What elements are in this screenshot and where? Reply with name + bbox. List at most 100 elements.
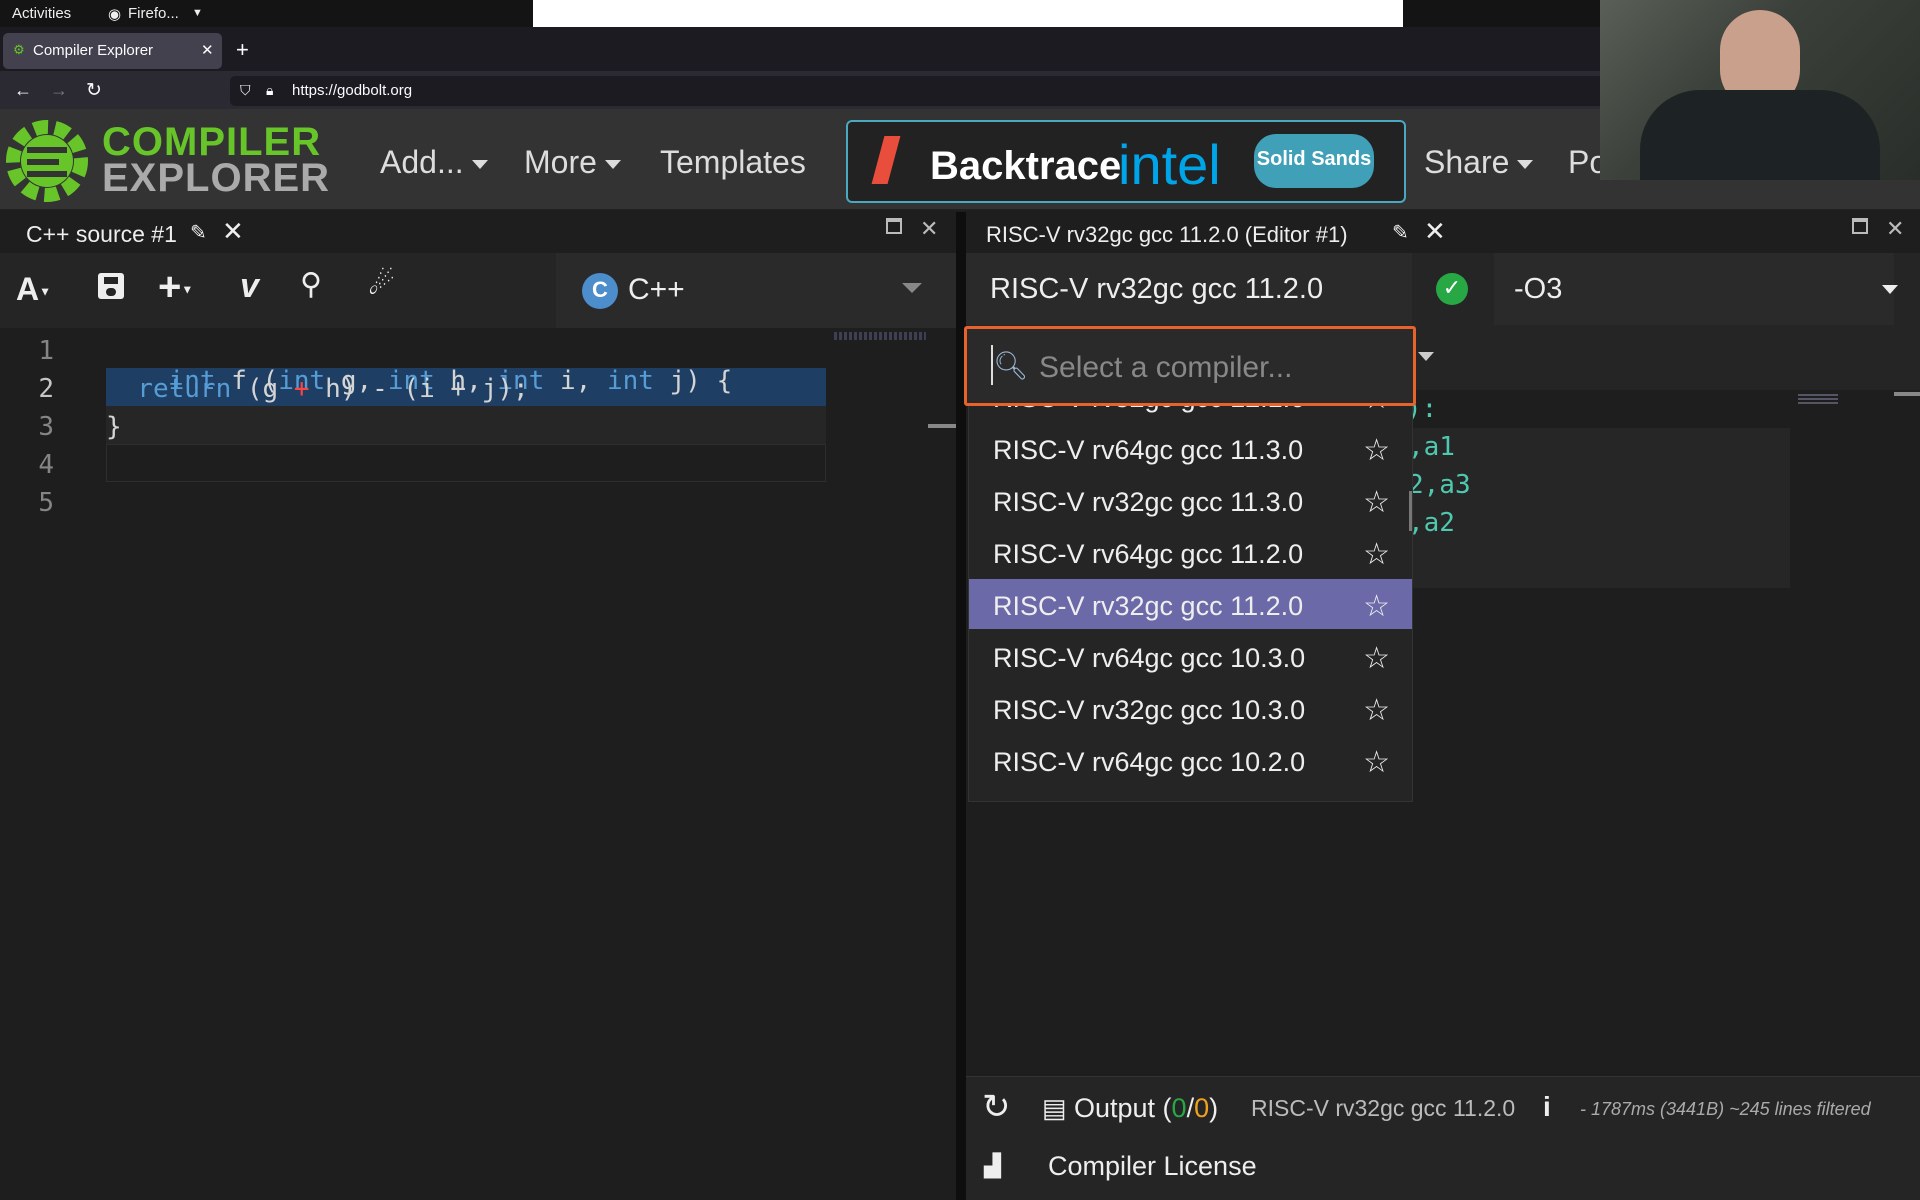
sponsor-banner[interactable]: Backtrace intel Solid Sands — [846, 120, 1406, 203]
compiler-option-label: RISC-V rv64gc gcc 10.3.0 — [993, 643, 1306, 673]
compiler-license-link[interactable]: Compiler License — [1048, 1151, 1257, 1182]
close-icon[interactable]: ✕ — [1424, 216, 1446, 247]
selected-compiler: RISC-V rv32gc gcc 11.2.0 — [990, 273, 1324, 305]
recompile-icon[interactable]: ↻ — [982, 1087, 1011, 1127]
code-token: j) { — [653, 366, 733, 396]
font-size-icon[interactable]: A▼ — [16, 271, 51, 308]
compiler-option[interactable]: RISC-V rv64gc gcc 11.2.0 ☆ — [969, 527, 1412, 577]
compiler-option[interactable]: RISC-V rv32gc gcc 11.3.0 ☆ — [969, 475, 1412, 525]
shield-icon: ⛉ — [240, 82, 251, 98]
tab-title: Compiler Explorer — [33, 42, 154, 59]
maximize-icon[interactable] — [1852, 218, 1868, 234]
star-icon[interactable]: ☆ — [1363, 537, 1390, 572]
scrollbar[interactable] — [928, 424, 956, 428]
code-line-2: return (g + h) - (i + j); — [106, 374, 529, 404]
activities-button[interactable]: Activities — [12, 5, 71, 22]
compiler-search-box[interactable]: 🔍︎ Select a compiler... — [964, 326, 1416, 406]
output-separator: / — [1186, 1093, 1195, 1123]
line-number: 2 — [38, 374, 54, 404]
new-tab-icon[interactable]: + — [236, 37, 249, 63]
more-menu[interactable]: More — [524, 144, 621, 181]
back-icon[interactable]: ← — [14, 80, 32, 101]
vim-icon[interactable]: v — [240, 267, 259, 306]
chevron-down-icon — [902, 283, 922, 293]
line-highlight — [106, 444, 826, 482]
compiler-option-selected[interactable]: RISC-V rv32gc gcc 11.2.0 ☆ — [969, 579, 1412, 629]
output-ok-count: 0 — [1171, 1093, 1187, 1123]
search-icon: 🔍︎ — [993, 350, 1029, 381]
star-icon[interactable]: ☆ — [1363, 641, 1390, 676]
share-menu[interactable]: Share — [1424, 144, 1534, 181]
compiler-option-label: RISC-V rv32gc gcc 11.2.0 — [993, 591, 1304, 621]
reload-icon[interactable]: ↻ — [86, 79, 102, 102]
language-label: C++ — [628, 273, 685, 306]
maximize-icon[interactable] — [886, 218, 902, 234]
search-icon[interactable]: ⚲ — [300, 267, 322, 302]
editor-title[interactable]: C++ source #1 — [20, 221, 183, 248]
compiler-select[interactable]: RISC-V rv32gc gcc 11.2.0 — [966, 253, 1412, 325]
compiler-option[interactable]: RISC-V rv64gc gcc 10.2.0 ☆ — [969, 735, 1412, 785]
logo-title-top: COMPILER — [102, 120, 322, 164]
language-select[interactable]: C C++ — [556, 253, 956, 328]
forward-icon[interactable]: → — [50, 80, 68, 101]
close-icon[interactable]: ✕ — [222, 216, 244, 247]
close-tab-icon[interactable]: ✕ — [201, 41, 214, 59]
close-pane-icon[interactable]: ✕ — [1886, 216, 1904, 242]
status-compiler-name: RISC-V rv32gc gcc 11.2.0 — [1251, 1095, 1516, 1121]
code-line-3: } — [106, 412, 122, 442]
compiler-option[interactable]: RISC-V rv64gc gcc 10.3.0 ☆ — [969, 631, 1412, 681]
chevron-down-icon[interactable] — [1418, 352, 1434, 361]
quick-bench-icon[interactable]: ☄ — [368, 267, 395, 302]
compiler-search-placeholder: Select a compiler... — [1039, 351, 1293, 384]
add-menu[interactable]: Add... — [380, 144, 488, 181]
output-button[interactable]: Output (0/0) — [1074, 1093, 1218, 1124]
backtrace-logo-icon — [871, 136, 901, 184]
scrollbar[interactable] — [1894, 392, 1920, 396]
more-label: More — [524, 144, 597, 180]
add-new-icon[interactable]: +▼ — [158, 265, 193, 310]
minimap[interactable] — [1798, 392, 1838, 404]
templates-button[interactable]: Templates — [660, 144, 806, 181]
compiler-options-input[interactable]: -O3 — [1494, 253, 1894, 325]
code-token: + — [293, 374, 310, 404]
save-icon[interactable] — [98, 273, 124, 299]
chevron-down-icon: ▼ — [192, 7, 203, 19]
pencil-icon[interactable]: ✎ — [1392, 220, 1409, 245]
info-icon[interactable]: i — [1543, 1091, 1551, 1123]
asm-line: ,a1 — [1408, 432, 1455, 462]
star-icon[interactable]: ☆ — [1363, 745, 1390, 780]
line-number: 1 — [38, 336, 54, 366]
code-token: h) - (i + j); — [309, 374, 529, 404]
caret-down-icon — [1517, 160, 1534, 170]
editor-toolbar: A▼ +▼ v ⚲ ☄ C C++ — [0, 253, 956, 328]
chevron-down-icon[interactable] — [1882, 285, 1898, 294]
minimap[interactable] — [834, 332, 926, 340]
star-icon[interactable]: ☆ — [1363, 433, 1390, 468]
code-editor[interactable]: 1 2 3 4 5 int f (int g, int h, int i, in… — [0, 330, 956, 1200]
close-pane-icon[interactable]: ✕ — [920, 216, 938, 242]
share-label: Share — [1424, 144, 1510, 180]
sponsor-solid-sands: Solid Sands — [1254, 134, 1374, 188]
code-token: (g — [231, 374, 294, 404]
compiler-footer: ↻ ▤ Output (0/0) RISC-V rv32gc gcc 11.2.… — [966, 1076, 1920, 1200]
compiler-title[interactable]: RISC-V rv32gc gcc 11.2.0 (Editor #1) — [986, 222, 1348, 248]
compiler-option[interactable]: RISC-V rv64gc gcc 11.3.0 ☆ — [969, 423, 1412, 473]
star-icon[interactable]: ☆ — [1363, 589, 1390, 624]
window-overlay — [533, 0, 1403, 27]
dropdown-scrollbar[interactable] — [1409, 491, 1412, 531]
chart-icon: ▟ — [984, 1153, 1001, 1178]
asm-highlight — [1406, 428, 1790, 588]
editor-header: C++ source #1 ✎ ✕ ✕ — [0, 213, 956, 253]
star-icon[interactable]: ☆ — [1363, 485, 1390, 520]
output-error-count: 0 — [1194, 1093, 1210, 1123]
star-icon[interactable]: ☆ — [1363, 693, 1390, 728]
app-menu[interactable]: Firefo... — [128, 5, 179, 22]
logo-icon[interactable] — [5, 115, 89, 207]
compiler-option[interactable]: RISC-V rv32gc gcc 10.3.0 ☆ — [969, 683, 1412, 733]
timing-info: - 1787ms (3441B) ~245 lines filtered — [1580, 1099, 1871, 1119]
pencil-icon[interactable]: ✎ — [190, 220, 207, 245]
browser-tab[interactable]: ⚙ Compiler Explorer ✕ — [3, 33, 222, 69]
caret-down-icon — [604, 160, 621, 170]
text-cursor — [991, 345, 993, 385]
